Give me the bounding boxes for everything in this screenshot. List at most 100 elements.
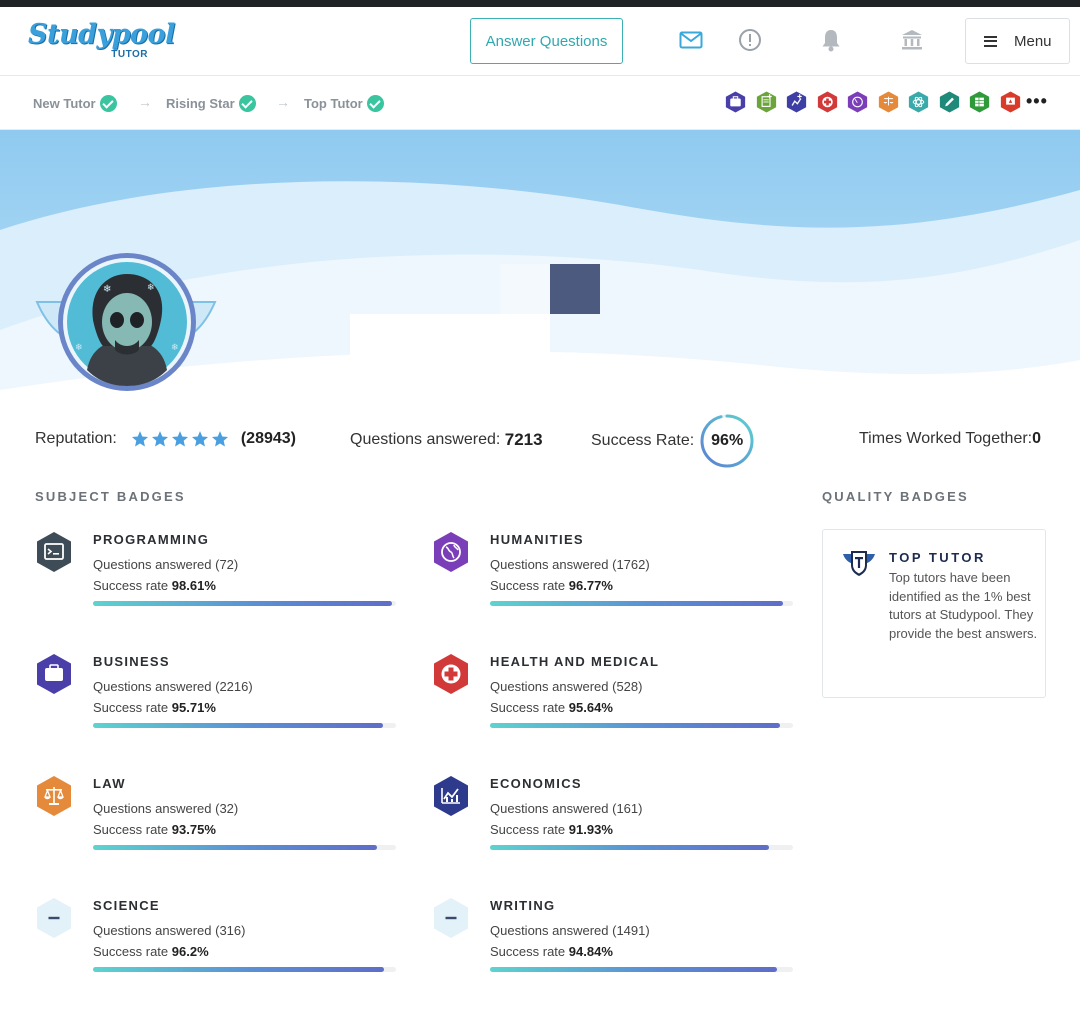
quality-badges-heading: QUALITY BADGES bbox=[822, 489, 969, 504]
reputation-count: (28943) bbox=[240, 430, 296, 447]
success-label: Success Rate: bbox=[591, 432, 695, 449]
pencil-icon[interactable] bbox=[939, 90, 960, 114]
subject-badge-business[interactable]: BUSINESS Questions answered (2216) Succe… bbox=[35, 653, 396, 753]
worked-value: 0 bbox=[1032, 430, 1042, 447]
top-strip bbox=[0, 0, 1080, 7]
success-progress-bar bbox=[93, 723, 396, 728]
terminal-icon bbox=[37, 532, 71, 572]
logo-subtitle: TUTOR bbox=[111, 49, 148, 60]
questions-value: 7213 bbox=[504, 430, 543, 449]
menu-button[interactable]: Menu bbox=[965, 18, 1070, 64]
chart-plus-icon[interactable] bbox=[786, 90, 807, 114]
star-icon bbox=[131, 431, 148, 447]
top-header: Studypool TUTOR Answer Questions Menu bbox=[0, 7, 1080, 76]
subject-name: ECONOMICS bbox=[490, 776, 582, 791]
success-rate-stat: Success Rate: 96% bbox=[591, 413, 755, 469]
success-progress-bar bbox=[93, 845, 396, 850]
quality-badge-description: Top tutors have been identified as the 1… bbox=[889, 570, 1038, 642]
top-tutor-shield-icon bbox=[843, 551, 875, 576]
subject-name: HUMANITIES bbox=[490, 532, 584, 547]
subject-name: PROGRAMMING bbox=[93, 532, 210, 547]
svg-text:❄: ❄ bbox=[171, 343, 179, 353]
subject-badge-science[interactable]: SCIENCE Questions answered (316) Success… bbox=[35, 897, 396, 997]
menu-label: Menu bbox=[1014, 32, 1052, 50]
minus-icon bbox=[37, 898, 71, 938]
step-label: Top Tutor bbox=[304, 96, 363, 111]
subject-questions: Questions answered (1491) bbox=[490, 923, 650, 938]
subject-badge-programming[interactable]: PROGRAMMING Questions answered (72) Succ… bbox=[35, 531, 396, 631]
briefcase-icon[interactable] bbox=[725, 90, 746, 114]
mail-icon[interactable] bbox=[678, 27, 704, 53]
arrow-right-icon: → bbox=[138, 94, 152, 110]
questions-label: Questions answered: bbox=[350, 431, 501, 448]
subject-success: Success rate 95.71% bbox=[93, 700, 216, 715]
subject-questions: Questions answered (161) bbox=[490, 801, 643, 816]
presentation-icon[interactable] bbox=[1000, 90, 1021, 114]
subject-questions: Questions answered (528) bbox=[490, 679, 643, 694]
check-circle-icon bbox=[99, 95, 117, 112]
arrow-right-icon: → bbox=[276, 94, 290, 110]
alert-circle-icon[interactable] bbox=[737, 27, 763, 53]
times-worked-stat: Times Worked Together: 0 bbox=[859, 430, 1041, 448]
scales-icon[interactable] bbox=[878, 90, 899, 114]
more-badges-icon[interactable]: ••• bbox=[1026, 91, 1048, 112]
subject-questions: Questions answered (32) bbox=[93, 801, 239, 816]
subject-name: BUSINESS bbox=[93, 654, 170, 669]
step-top-tutor: Top Tutor bbox=[304, 95, 384, 112]
subject-badge-humanities[interactable]: HUMANITIES Questions answered (1762) Suc… bbox=[432, 531, 793, 631]
subject-success: Success rate 96.2% bbox=[93, 944, 209, 959]
rating-stars bbox=[131, 430, 229, 448]
success-progress-bar bbox=[93, 967, 396, 972]
subject-badges-heading: SUBJECT BADGES bbox=[35, 489, 186, 504]
quality-badge-title: TOP TUTOR bbox=[889, 550, 986, 565]
bank-icon[interactable] bbox=[899, 27, 925, 53]
check-circle-icon bbox=[366, 95, 384, 112]
subject-success: Success rate 93.75% bbox=[93, 822, 216, 837]
success-rate-ring: 96% bbox=[699, 413, 755, 469]
medical-cross-icon[interactable] bbox=[817, 90, 838, 114]
tutor-avatar[interactable]: ❄ ❄ ❄ ❄ bbox=[35, 250, 217, 395]
logo-wordmark: Studypool bbox=[28, 19, 175, 50]
subject-badge-law[interactable]: LAW Questions answered (32) Success rate… bbox=[35, 775, 396, 875]
quality-badge-top-tutor[interactable]: TOP TUTOR Top tutors have been identifie… bbox=[822, 529, 1046, 698]
subject-success: Success rate 91.93% bbox=[490, 822, 613, 837]
success-progress-bar bbox=[490, 845, 793, 850]
hamburger-icon bbox=[984, 35, 997, 47]
atom-icon[interactable] bbox=[908, 90, 929, 114]
tutor-progress-bar: New Tutor → Rising Star → Top Tutor ••• bbox=[0, 77, 1080, 130]
subject-badge-economics[interactable]: ECONOMICS Questions answered (161) Succe… bbox=[432, 775, 793, 875]
bell-icon[interactable] bbox=[818, 27, 844, 53]
reputation-label: Reputation: bbox=[35, 430, 117, 447]
studypool-logo[interactable]: Studypool TUTOR bbox=[28, 19, 175, 63]
star-icon bbox=[171, 431, 188, 447]
subject-name: HEALTH AND MEDICAL bbox=[490, 654, 660, 669]
reputation-stat: Reputation: (28943) bbox=[35, 430, 296, 448]
success-progress-bar bbox=[490, 967, 793, 972]
step-label: Rising Star bbox=[166, 96, 235, 111]
scales-icon bbox=[37, 776, 71, 816]
worked-label: Times Worked Together: bbox=[859, 430, 1033, 447]
success-progress-bar bbox=[93, 601, 396, 606]
subject-success: Success rate 96.77% bbox=[490, 578, 613, 593]
subject-name: SCIENCE bbox=[93, 898, 160, 913]
step-rising-star: Rising Star bbox=[166, 95, 256, 112]
svg-text:❄: ❄ bbox=[103, 284, 111, 295]
star-icon bbox=[151, 431, 168, 447]
answer-questions-button[interactable]: Answer Questions bbox=[470, 18, 623, 64]
success-progress-bar bbox=[490, 723, 793, 728]
svg-text:❄: ❄ bbox=[75, 343, 83, 353]
step-new-tutor: New Tutor bbox=[33, 95, 117, 112]
subject-questions: Questions answered (1762) bbox=[490, 557, 650, 572]
briefcase-icon bbox=[37, 654, 71, 694]
subject-questions: Questions answered (2216) bbox=[93, 679, 253, 694]
earned-badges-strip bbox=[725, 90, 1021, 114]
globe-icon[interactable] bbox=[847, 90, 868, 114]
subject-name: WRITING bbox=[490, 898, 556, 913]
subject-badge-writing[interactable]: WRITING Questions answered (1491) Succes… bbox=[432, 897, 793, 997]
check-circle-icon bbox=[238, 95, 256, 112]
spreadsheet-icon[interactable] bbox=[969, 90, 990, 114]
document-plus-icon[interactable] bbox=[756, 90, 777, 114]
subject-badge-health-and-medical[interactable]: HEALTH AND MEDICAL Questions answered (5… bbox=[432, 653, 793, 753]
globe-icon bbox=[434, 532, 468, 572]
subject-success: Success rate 94.84% bbox=[490, 944, 613, 959]
